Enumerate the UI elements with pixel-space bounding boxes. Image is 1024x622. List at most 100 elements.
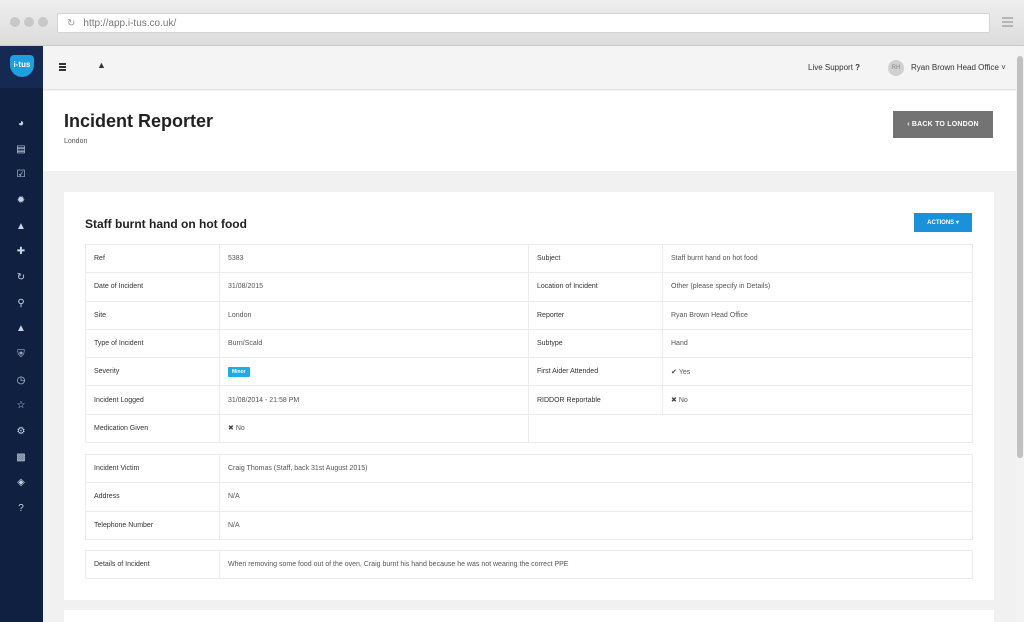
sidebar: i-tus ◕ ▤ ☑ ✹ ▲ ✚ ↻ ⚲ ▲ ⛨ ◷ ☆ ⚙ ▩ ◈ ?	[0, 46, 43, 622]
table-row: Medication Given ✖ No	[85, 413, 973, 444]
table-row: Address N/A	[85, 482, 973, 512]
trophy-icon[interactable]: ☆	[14, 399, 28, 413]
window-controls[interactable]	[10, 17, 48, 27]
graduation-cap-icon[interactable]: ▲	[14, 322, 28, 336]
severity-label: Severity	[85, 357, 220, 387]
type-label: Type of Incident	[85, 328, 220, 359]
checklist-icon[interactable]: ☑	[14, 168, 28, 182]
phone-value: N/A	[219, 510, 973, 540]
search-icon[interactable]: ⚲	[14, 297, 28, 311]
medication-label: Medication Given	[85, 413, 220, 444]
check-icon: ✔	[671, 368, 677, 376]
subject-label: Subject	[528, 243, 663, 274]
reporter-value: Ryan Brown Head Office	[662, 300, 973, 330]
page-title: Incident Reporter	[64, 111, 214, 131]
dashboard-icon[interactable]: ◕	[14, 117, 28, 131]
empty-cell	[528, 413, 973, 444]
date-label: Date of Incident	[85, 272, 220, 302]
first-aider-label: First Aider Attended	[528, 357, 663, 387]
severity-badge: Minor	[228, 366, 250, 377]
riddor-label: RIDDOR Reportable	[528, 385, 663, 415]
browser-bar: ↻ http://app.i-tus.co.uk/	[0, 0, 1024, 46]
bug-icon[interactable]: ✹	[14, 194, 28, 208]
cross-icon: ✖	[228, 425, 234, 433]
avatar[interactable]: RH	[888, 60, 904, 76]
cross-icon: ✖	[671, 397, 677, 405]
riddor-value: ✖ No	[662, 385, 973, 415]
logo-container[interactable]: i-tus	[0, 46, 43, 88]
page-scrollbar[interactable]	[1016, 46, 1024, 622]
type-value: Burn/Scald	[219, 328, 529, 359]
refresh-icon[interactable]: ↻	[14, 271, 28, 285]
thumbs-up-icon[interactable]: ▲	[14, 220, 28, 234]
first-aider-value: ✔ Yes	[662, 357, 973, 387]
table-row: Telephone Number N/A	[85, 510, 973, 540]
page-header: Incident Reporter London ‹ BACK TO LONDO…	[43, 91, 1016, 171]
site-label: Site	[85, 300, 220, 330]
address-value: N/A	[219, 482, 973, 512]
document-icon[interactable]: ▤	[14, 143, 28, 157]
incident-title: Staff burnt hand on hot food	[85, 217, 247, 231]
first-aid-icon[interactable]: ✚	[14, 245, 28, 259]
table-row: Incident Logged 31/08/2014 - 21:58 PM RI…	[85, 385, 973, 415]
site-value: London	[219, 300, 529, 330]
live-support-link[interactable]: Live Support ?	[808, 63, 860, 72]
riddor-text: No	[678, 397, 688, 405]
subject-value: Staff burnt hand on hot food	[662, 243, 973, 274]
first-aider-text: Yes	[678, 368, 691, 376]
logged-label: Incident Logged	[85, 385, 220, 415]
reload-icon[interactable]: ↻	[67, 18, 75, 29]
browser-menu-icon[interactable]	[1002, 17, 1013, 29]
logged-value: 31/08/2014 - 21:58 PM	[219, 385, 529, 415]
reporter-label: Reporter	[528, 300, 663, 330]
gear-icon[interactable]: ⚙	[14, 425, 28, 439]
live-support-label[interactable]: Live Support	[808, 63, 853, 72]
address-bar[interactable]: ↻ http://app.i-tus.co.uk/	[57, 13, 990, 33]
victim-value: Craig Thomas (Staff, back 31st August 20…	[219, 453, 973, 484]
table-row: Type of Incident Burn/Scald Subtype Hand	[85, 328, 973, 359]
clock-icon[interactable]: ◷	[14, 374, 28, 388]
shield-icon[interactable]: ⛨	[14, 348, 28, 362]
severity-value: Minor	[219, 357, 529, 387]
table-row: Incident Victim Craig Thomas (Staff, bac…	[85, 453, 973, 484]
subtype-label: Subtype	[528, 328, 663, 359]
notifications-bell-icon[interactable]: ▲	[97, 60, 106, 70]
menu-toggle-icon[interactable]	[59, 63, 66, 72]
scrollbar-thumb[interactable]	[1017, 56, 1023, 458]
bar-chart-icon[interactable]: ▩	[14, 451, 28, 465]
details-label: Details of Incident	[85, 549, 220, 580]
maximize-window-dot[interactable]	[38, 17, 48, 27]
phone-label: Telephone Number	[85, 510, 220, 540]
actions-dropdown-button[interactable]: ACTIONS ▾	[914, 213, 972, 232]
date-value: 31/08/2015	[219, 272, 529, 302]
incident-details-table: Ref 5383 Subject Staff burnt hand on hot…	[85, 243, 973, 444]
victim-label: Incident Victim	[85, 453, 220, 484]
table-row: Severity Minor First Aider Attended ✔ Yes	[85, 357, 973, 387]
ref-value: 5383	[219, 243, 529, 274]
address-label: Address	[85, 482, 220, 512]
help-question-icon[interactable]: ?	[855, 63, 860, 72]
minimize-window-dot[interactable]	[24, 17, 34, 27]
medication-text: No	[235, 425, 245, 433]
user-menu[interactable]: Ryan Brown Head Office ˅	[911, 63, 1006, 72]
medication-value: ✖ No	[219, 413, 529, 444]
victim-table: Incident Victim Craig Thomas (Staff, bac…	[85, 453, 973, 540]
table-row: Details of Incident When removing some f…	[85, 549, 973, 580]
page-subtitle: London	[64, 138, 88, 145]
incident-card: Staff burnt hand on hot food ACTIONS ▾ R…	[64, 192, 994, 600]
url-text[interactable]: http://app.i-tus.co.uk/	[83, 18, 176, 29]
ref-label: Ref	[85, 243, 220, 274]
table-row: Site London Reporter Ryan Brown Head Off…	[85, 300, 973, 330]
back-to-london-button[interactable]: ‹ BACK TO LONDON	[893, 111, 993, 138]
globe-icon[interactable]: ◈	[14, 476, 28, 490]
details-value: When removing some food out of the oven,…	[219, 549, 973, 580]
details-table: Details of Incident When removing some f…	[85, 549, 973, 580]
table-row: Ref 5383 Subject Staff burnt hand on hot…	[85, 243, 973, 274]
location-label: Location of Incident	[528, 272, 663, 302]
close-window-dot[interactable]	[10, 17, 20, 27]
help-icon[interactable]: ?	[14, 502, 28, 516]
table-row: Date of Incident 31/08/2015 Location of …	[85, 272, 973, 302]
secondary-card	[64, 610, 994, 622]
app-logo[interactable]: i-tus	[10, 55, 34, 77]
subtype-value: Hand	[662, 328, 973, 359]
